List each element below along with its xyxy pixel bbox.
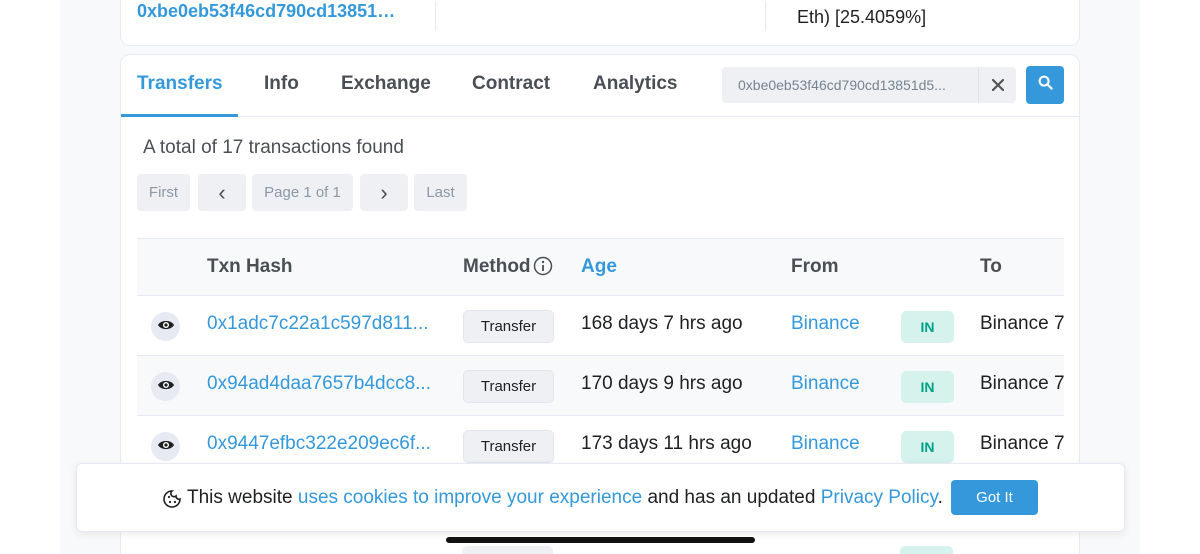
tab-contract[interactable]: Contract [472, 73, 550, 95]
pagination-first-button[interactable]: First [137, 174, 190, 211]
age-text: 170 days 9 hrs ago [581, 373, 743, 394]
table-row: 0x1adc7c22a1c597d811... Transfer 168 day… [137, 296, 1064, 356]
close-icon [991, 75, 1004, 96]
to-address-text: Binance 7 [980, 313, 1064, 334]
tab-info[interactable]: Info [264, 73, 299, 95]
cookie-text-part: and has an updated [642, 487, 821, 508]
direction-badge: IN [901, 311, 954, 343]
column-header-to: To [980, 256, 1002, 277]
txn-hash-link[interactable]: 0x94ad4daa7657b4dcc8... [207, 373, 435, 395]
tab-bar: Transfers Info Exchange Contract Analyti… [121, 55, 1079, 117]
direction-badge: IN [901, 371, 954, 403]
from-address-link[interactable]: Binance [791, 373, 860, 395]
privacy-policy-link[interactable]: Privacy Policy [821, 487, 938, 508]
eye-icon [157, 318, 175, 336]
address-summary-card: 0xbe0eb53f46cd790cd13851d5eff43d12404d33… [120, 0, 1080, 46]
tab-transfers[interactable]: Transfers [137, 73, 223, 95]
tab-exchange[interactable]: Exchange [341, 73, 431, 95]
cookie-banner: This website uses cookies to improve you… [76, 463, 1125, 532]
eth-value-text: Eth) [25.4059%] [797, 7, 927, 27]
from-address-link[interactable]: Binance [791, 433, 860, 455]
direction-badge [900, 546, 953, 554]
eye-icon [157, 438, 175, 456]
address-link[interactable]: 0xbe0eb53f46cd790cd13851d5eff43d12404d33… [137, 1, 397, 22]
divider [435, 1, 436, 31]
column-header-from: From [791, 256, 839, 277]
transaction-count-text: A total of 17 transactions found [143, 137, 404, 158]
pagination-last-button[interactable]: Last [414, 174, 467, 211]
token-search-input[interactable] [722, 67, 978, 103]
pagination-page-indicator: Page 1 of 1 [252, 174, 353, 211]
clear-search-button[interactable] [978, 67, 1016, 103]
method-badge [462, 546, 553, 554]
view-details-button[interactable] [151, 372, 180, 401]
cookie-icon [163, 490, 181, 513]
column-header-txn-hash: Txn Hash [207, 256, 293, 277]
direction-badge: IN [901, 431, 954, 463]
cookie-text-part: . [937, 487, 943, 508]
pagination-next-button[interactable]: › [360, 174, 408, 211]
to-address-text: Binance 7 [980, 373, 1064, 394]
from-address-link[interactable]: Binance [791, 313, 860, 335]
view-details-button[interactable] [151, 312, 180, 341]
cookie-policy-link[interactable]: uses cookies to improve your experience [298, 487, 642, 508]
age-text: 173 days 11 hrs ago [581, 433, 752, 454]
home-indicator [446, 537, 755, 543]
to-address-text: Binance 7 [980, 433, 1064, 454]
search-button[interactable] [1026, 66, 1064, 104]
age-text: 168 days 7 hrs ago [581, 313, 743, 334]
table-header: Txn Hash Method Age From To [137, 238, 1064, 296]
divider [765, 1, 766, 31]
pagination-prev-button[interactable]: ‹ [198, 174, 246, 211]
search-icon [1038, 75, 1053, 95]
info-icon[interactable] [533, 256, 553, 281]
method-badge: Transfer [463, 310, 554, 343]
method-badge: Transfer [463, 430, 554, 463]
column-header-age[interactable]: Age [581, 256, 617, 278]
column-header-method: Method [463, 256, 531, 277]
cookie-message: This website uses cookies to improve you… [187, 487, 943, 509]
cookie-text-part: This website [187, 487, 298, 508]
txn-hash-link[interactable]: 0x1adc7c22a1c597d811... [207, 313, 435, 335]
txn-hash-link[interactable]: 0x9447efbc322e209ec6f... [207, 433, 435, 455]
eye-icon [157, 378, 175, 396]
method-badge: Transfer [463, 370, 554, 403]
table-row: 0x94ad4daa7657b4dcc8... Transfer 170 day… [137, 356, 1064, 416]
got-it-button[interactable]: Got It [951, 480, 1038, 515]
active-tab-indicator [121, 114, 238, 117]
view-details-button[interactable] [151, 432, 180, 461]
tab-analytics[interactable]: Analytics [593, 73, 677, 95]
